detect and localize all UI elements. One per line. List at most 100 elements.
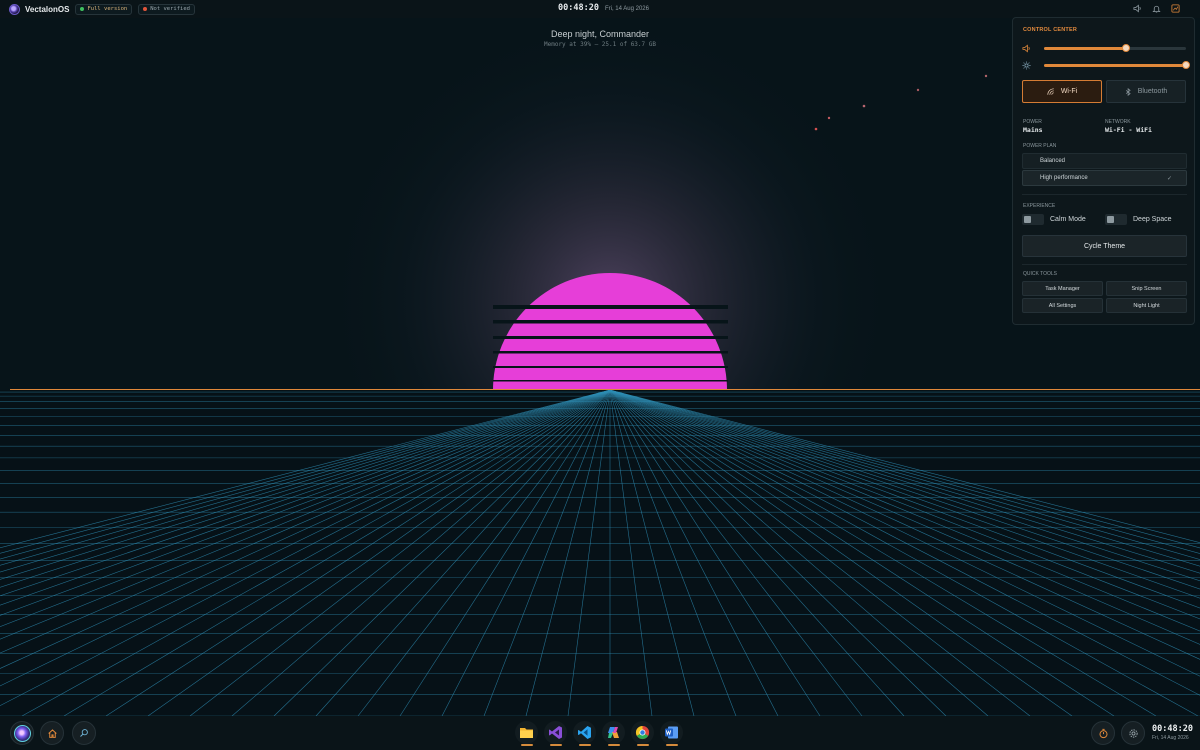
- running-indicator: [579, 744, 591, 746]
- sun-stripe: [493, 320, 728, 324]
- wifi-toggle[interactable]: Wi-Fi: [1022, 80, 1102, 103]
- wifi-label: Wi-Fi: [1060, 88, 1078, 95]
- control-center-panel: CONTROL CENTER Wi-Fi Bluetooth POWER Mai…: [1012, 17, 1195, 325]
- os-logo-icon: [13, 724, 31, 742]
- os-logo-icon: [9, 3, 20, 15]
- bluetooth-label: Bluetooth: [1137, 88, 1168, 95]
- control-center-title: CONTROL CENTER: [1023, 27, 1078, 33]
- running-indicator: [637, 744, 649, 746]
- volume-icon[interactable]: [1133, 4, 1142, 13]
- brightness-slider[interactable]: [1044, 61, 1190, 69]
- taskbar-clock[interactable]: 00:48:20 Fri, 14 Aug 2026: [1152, 724, 1193, 741]
- divider: [1022, 194, 1187, 195]
- power-value: Mains: [1023, 126, 1043, 134]
- deep-space-switch[interactable]: [1105, 214, 1127, 225]
- bluetooth-toggle[interactable]: Bluetooth: [1106, 80, 1186, 103]
- vscode-app[interactable]: [573, 721, 596, 744]
- bell-icon[interactable]: [1152, 4, 1161, 13]
- divider: [1022, 264, 1187, 265]
- system-tray: [1123, 4, 1180, 13]
- brightness-slider-fill: [1044, 63, 1186, 67]
- switch-knob: [1024, 216, 1031, 223]
- file-explorer-app[interactable]: [515, 721, 538, 744]
- wifi-icon: [1047, 87, 1055, 96]
- snip-screen-button[interactable]: Snip Screen: [1106, 281, 1187, 296]
- network-value: Wi-Fi - WiFi: [1105, 126, 1152, 134]
- status-dot-icon: [143, 7, 148, 11]
- volume-slider-fill: [1044, 46, 1127, 50]
- word-icon: [665, 726, 678, 739]
- power-label: POWER: [1023, 119, 1042, 125]
- running-indicator: [608, 744, 620, 746]
- task-manager-button[interactable]: Task Manager: [1022, 281, 1103, 296]
- gear-icon: [1128, 728, 1138, 738]
- brightness-slider-handle[interactable]: [1182, 61, 1190, 69]
- file-explorer-icon: [520, 728, 533, 738]
- taskbar: 00:48:20 Fri, 14 Aug 2026: [0, 716, 1200, 750]
- search-button[interactable]: [72, 721, 96, 745]
- switch-knob: [1107, 216, 1114, 223]
- topbar-clock[interactable]: 00:48:20 Fri, 14 Aug 2026: [558, 3, 649, 13]
- start-button[interactable]: [10, 721, 34, 745]
- running-indicator: [550, 744, 562, 746]
- license-badge-label: Full version: [87, 6, 128, 12]
- night-light-button[interactable]: Night Light: [1106, 298, 1187, 313]
- brand-name: VectalonOS: [25, 4, 70, 14]
- experience-label: EXPERIENCE: [1023, 203, 1056, 209]
- calm-mode-switch[interactable]: [1022, 214, 1044, 225]
- verification-badge: Not verified: [138, 3, 195, 15]
- timer-button[interactable]: [1091, 721, 1115, 745]
- topbar-date: Fri, 14 Aug 2026: [604, 6, 649, 12]
- brightness-slider-row: [1022, 60, 1190, 70]
- check-icon: ✓: [1166, 175, 1172, 182]
- plan-high-performance[interactable]: High performance ✓: [1022, 170, 1187, 186]
- running-indicator: [521, 744, 533, 746]
- power-plan-label: POWER PLAN: [1023, 143, 1057, 149]
- sun-icon: [1022, 60, 1031, 70]
- vscode-icon: [578, 726, 591, 739]
- quick-tools-label: QUICK TOOLS: [1023, 271, 1057, 277]
- deep-space-toggle[interactable]: Deep Space: [1105, 214, 1172, 225]
- chrome-app[interactable]: [631, 721, 654, 744]
- chrome-icon: [635, 725, 650, 740]
- sun-stripe: [493, 351, 728, 354]
- home-icon: [47, 728, 57, 738]
- license-badge: Full version: [75, 3, 133, 15]
- calm-mode-toggle[interactable]: Calm Mode: [1022, 214, 1086, 225]
- volume-slider-handle[interactable]: [1122, 44, 1131, 52]
- visual-studio-icon: [549, 726, 562, 739]
- copilot-icon: [608, 727, 619, 738]
- taskbar-date: Fri, 14 Aug 2026: [1152, 735, 1189, 741]
- volume-slider-row: [1022, 43, 1188, 53]
- copilot-app[interactable]: [602, 721, 625, 744]
- plan-balanced-label: Balanced: [1040, 158, 1066, 164]
- power-info: POWER Mains: [1023, 119, 1043, 134]
- status-dot-icon: [80, 7, 85, 11]
- cycle-theme-button[interactable]: Cycle Theme: [1022, 235, 1187, 257]
- plan-balanced[interactable]: Balanced: [1022, 153, 1187, 169]
- deep-space-label: Deep Space: [1133, 216, 1172, 223]
- search-icon: [80, 729, 88, 737]
- timer-icon: [1098, 728, 1108, 738]
- control-center-icon[interactable]: [1171, 4, 1180, 13]
- settings-button[interactable]: [1121, 721, 1145, 745]
- word-app[interactable]: [660, 721, 683, 744]
- sun-stripe: [493, 380, 728, 382]
- topbar-time: 00:48:20: [558, 3, 599, 13]
- running-indicator: [666, 744, 678, 746]
- home-button[interactable]: [40, 721, 64, 745]
- visual-studio-app[interactable]: [544, 721, 567, 744]
- brand[interactable]: VectalonOS: [9, 3, 70, 15]
- calm-mode-label: Calm Mode: [1050, 216, 1086, 223]
- sun-stripe: [493, 305, 728, 309]
- top-bar: VectalonOS Full version Not verified 00:…: [0, 0, 1200, 18]
- all-settings-button[interactable]: All Settings: [1022, 298, 1103, 313]
- network-label: NETWORK: [1105, 119, 1131, 125]
- verification-badge-label: Not verified: [150, 6, 190, 12]
- volume-slider[interactable]: [1044, 44, 1186, 52]
- plan-high-performance-label: High performance: [1040, 175, 1088, 181]
- sun-stripe: [493, 336, 728, 339]
- sun-stripe: [493, 366, 728, 368]
- bluetooth-icon: [1125, 87, 1132, 96]
- taskbar-time: 00:48:20: [1152, 724, 1193, 734]
